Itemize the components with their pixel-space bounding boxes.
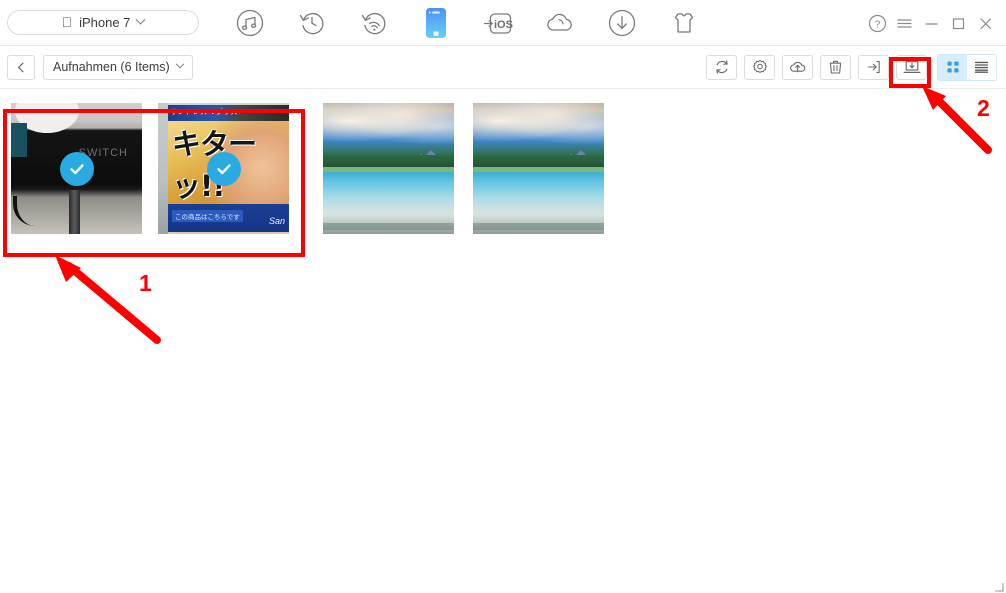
maximize-button[interactable] bbox=[946, 10, 971, 36]
photo-detail bbox=[13, 196, 39, 226]
chevron-down-icon bbox=[135, 14, 146, 25]
grid-view-button[interactable] bbox=[938, 54, 967, 80]
module-nav: iOS bbox=[219, 0, 715, 46]
annotation-number-1: 1 bbox=[139, 270, 152, 296]
device-selector[interactable]:  iPhone 7 bbox=[7, 10, 199, 35]
ringtone-maker-icon[interactable] bbox=[653, 0, 715, 46]
delete-button[interactable] bbox=[820, 54, 851, 80]
settings-button[interactable] bbox=[744, 54, 775, 80]
downloader-icon[interactable] bbox=[591, 0, 653, 46]
backup-restore-icon[interactable] bbox=[281, 0, 343, 46]
album-label: Aufnahmen (6 Items) bbox=[53, 60, 170, 74]
minimize-button[interactable] bbox=[919, 10, 944, 36]
photo-detail bbox=[473, 103, 604, 148]
sub-toolbar: Aufnahmen (6 Items) bbox=[0, 46, 1006, 89]
list-view-button[interactable] bbox=[967, 54, 996, 80]
window-controls: ? bbox=[865, 0, 998, 46]
action-buttons bbox=[706, 53, 997, 81]
wireless-transfer-icon[interactable] bbox=[343, 0, 405, 46]
export-to-computer-button[interactable] bbox=[896, 54, 927, 80]
photo-bottom-text: この商品はこちらです bbox=[172, 210, 243, 222]
device-name-label: iPhone 7 bbox=[73, 15, 130, 30]
photo-thumbnail-2[interactable]: サンドレス Vプラス キターッ!! この商品はこちらです San bbox=[158, 103, 289, 234]
top-toolbar:  iPhone 7 bbox=[0, 0, 1006, 46]
photo-grid-area: SWITCH サンドレス Vプラス キターッ!! この商品はこちらです San bbox=[0, 89, 1006, 593]
svg-text:iOS: iOS bbox=[494, 19, 513, 31]
selection-check-icon bbox=[206, 151, 241, 186]
annotation-number-2: 2 bbox=[977, 95, 990, 121]
photo-detail bbox=[323, 223, 454, 230]
photo-detail bbox=[473, 223, 604, 230]
menu-button[interactable] bbox=[892, 10, 917, 36]
cloud-icon[interactable] bbox=[529, 0, 591, 46]
svg-text:?: ? bbox=[875, 19, 881, 30]
chevron-down-icon bbox=[175, 59, 184, 69]
refresh-button[interactable] bbox=[706, 54, 737, 80]
photo-image-lake bbox=[473, 103, 604, 234]
resize-grip[interactable] bbox=[992, 579, 1004, 592]
photo-image-lake bbox=[323, 103, 454, 234]
help-button[interactable]: ? bbox=[865, 10, 890, 36]
close-button[interactable] bbox=[973, 10, 998, 36]
photo-detail bbox=[323, 103, 454, 148]
photo-brand-text: San bbox=[268, 216, 285, 226]
photo-thumbnail-1[interactable]: SWITCH bbox=[11, 103, 142, 234]
photo-thumbnail-3[interactable] bbox=[323, 103, 454, 234]
back-button[interactable] bbox=[7, 54, 35, 80]
chevron-left-icon bbox=[17, 62, 28, 72]
photo-thumbnail-4[interactable] bbox=[473, 103, 604, 234]
apple-logo-icon:  bbox=[62, 15, 73, 29]
photo-detail bbox=[69, 190, 80, 234]
photo-detail bbox=[158, 103, 168, 234]
export-to-device-button[interactable] bbox=[858, 54, 889, 80]
photo-grid: SWITCH サンドレス Vプラス キターッ!! この商品はこちらです San bbox=[11, 103, 604, 234]
music-manager-icon[interactable] bbox=[219, 0, 281, 46]
photo-top-text: サンドレス Vプラス bbox=[170, 108, 238, 116]
app-window:  iPhone 7 bbox=[0, 0, 1006, 593]
view-mode-toggle bbox=[937, 53, 997, 81]
device-manager-icon[interactable] bbox=[405, 0, 467, 46]
ios-transfer-icon[interactable]: iOS bbox=[467, 0, 529, 46]
upload-to-device-button[interactable] bbox=[782, 54, 813, 80]
selection-check-icon bbox=[59, 151, 94, 186]
album-dropdown[interactable]: Aufnahmen (6 Items) bbox=[43, 54, 193, 80]
